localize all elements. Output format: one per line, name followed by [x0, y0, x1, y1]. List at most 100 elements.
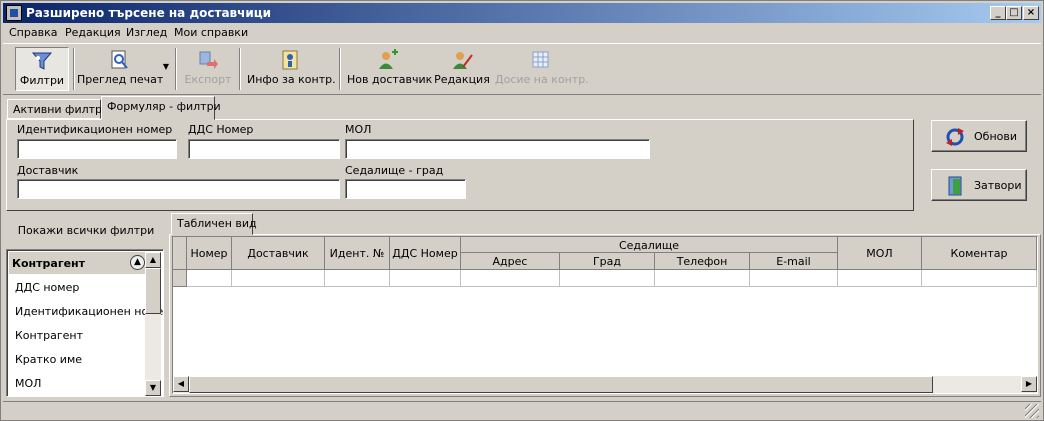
table-cell[interactable]: [232, 270, 325, 287]
menu-bar: Справка Редакция Изглед Мои справки: [3, 24, 1041, 42]
close-window-button[interactable]: ×: [1023, 6, 1039, 20]
scroll-down-icon[interactable]: ▼: [145, 380, 161, 396]
filters-button[interactable]: Филтри: [15, 47, 69, 91]
contractor-info-icon: [282, 50, 298, 70]
show-all-filters-button[interactable]: Покажи всички филтри: [7, 217, 165, 243]
scroll-right-icon[interactable]: ▶: [1021, 376, 1037, 392]
new-supplier-label: Нов доставчик: [347, 73, 433, 86]
column-header-email[interactable]: E-mail: [750, 253, 838, 270]
print-preview-button[interactable]: Преглед печат: [77, 47, 164, 91]
tab-active-filters-label: Активни филтри: [13, 103, 110, 116]
column-group-seat: Седалище: [461, 237, 838, 253]
menu-view[interactable]: Изглед: [126, 26, 167, 39]
vat-number-label: ДДС Номер: [188, 123, 254, 136]
maximize-button[interactable]: □: [1006, 6, 1022, 20]
table-cell[interactable]: [461, 270, 560, 287]
contractor-dossier-button[interactable]: Досие на контр.: [495, 47, 589, 91]
menu-reference[interactable]: Справка: [9, 26, 57, 39]
menu-my-reports[interactable]: Мои справки: [174, 26, 248, 39]
edit-user-icon: [453, 52, 473, 69]
contractor-dossier-label: Досие на контр.: [495, 73, 589, 86]
app-icon: [6, 5, 22, 21]
add-user-icon: [379, 49, 398, 69]
table-cell[interactable]: [750, 270, 838, 287]
status-bar: [3, 401, 1041, 419]
close-label: Затвори: [974, 179, 1022, 192]
supplier-label: Доставчик: [17, 164, 79, 177]
column-header-mol[interactable]: МОЛ: [838, 237, 922, 270]
filter-list-scrollbar[interactable]: ▲ ▼: [145, 252, 161, 396]
filters-label: Филтри: [19, 74, 65, 87]
table-cell[interactable]: [187, 270, 232, 287]
filter-icon: [31, 52, 53, 70]
close-button[interactable]: Затвори: [931, 169, 1027, 201]
menu-edit[interactable]: Редакция: [65, 26, 121, 39]
refresh-button[interactable]: Обнови: [931, 120, 1027, 152]
chevron-down-icon[interactable]: ▼: [161, 62, 171, 72]
seat-city-field[interactable]: [345, 179, 466, 199]
supplier-field[interactable]: [17, 179, 340, 199]
column-header-supplier[interactable]: Доставчик: [232, 237, 325, 270]
export-button[interactable]: Експорт: [183, 47, 233, 91]
filter-group-header[interactable]: Контрагент ▲: [9, 252, 149, 274]
column-header-phone[interactable]: Телефон: [655, 253, 750, 270]
column-header-comment[interactable]: Коментар: [922, 237, 1037, 270]
contractor-info-button[interactable]: Инфо за контр.: [247, 47, 336, 91]
new-supplier-button[interactable]: Нов доставчик: [347, 47, 433, 91]
tab-active-filters[interactable]: Активни филтри: [7, 99, 109, 119]
table-cell[interactable]: [325, 270, 390, 287]
print-preview-label: Преглед печат: [77, 73, 164, 86]
column-header-address[interactable]: Адрес: [461, 253, 560, 270]
contractor-info-label: Инфо за контр.: [247, 73, 336, 86]
refresh-label: Обнови: [974, 130, 1017, 143]
edit-button[interactable]: Редакция: [433, 47, 491, 91]
row-indicator[interactable]: [173, 270, 187, 287]
refresh-icon: [946, 128, 964, 146]
scroll-up-icon[interactable]: ▲: [145, 252, 161, 268]
resize-grip-icon[interactable]: [1025, 404, 1039, 418]
tab-form-filters-label: Формуляр - филтри: [107, 100, 221, 113]
edit-label: Редакция: [434, 73, 490, 86]
table-cell[interactable]: [560, 270, 655, 287]
collapse-icon[interactable]: ▲: [130, 255, 145, 270]
filter-group-label: Контрагент: [12, 257, 86, 270]
print-preview-icon: [111, 50, 128, 69]
title-bar[interactable]: Разширено търсене на доставчици _ □ ×: [3, 3, 1041, 23]
toolbar: Филтри Преглед печат ▼ Експорт Инфо за к…: [3, 43, 1041, 95]
scroll-left-icon[interactable]: ◀: [173, 376, 189, 392]
list-item[interactable]: ДДС номер: [15, 281, 79, 294]
scroll-thumb[interactable]: [189, 376, 933, 393]
toolbar-separator: [175, 48, 177, 90]
toolbar-separator: [73, 48, 75, 90]
app-window: Разширено търсене на доставчици _ □ × Сп…: [0, 0, 1044, 421]
results-grid[interactable]: Номер Доставчик Идент. № ДДС Номер Седал…: [172, 236, 1038, 394]
export-icon: [199, 51, 218, 69]
table-cell[interactable]: [390, 270, 461, 287]
grid-horizontal-scrollbar[interactable]: ◀ ▶: [173, 376, 1037, 393]
dossier-grid-icon: [532, 51, 549, 68]
table-cell[interactable]: [838, 270, 922, 287]
tab-table-view[interactable]: Табличен вид: [171, 213, 257, 235]
table-cell[interactable]: [655, 270, 750, 287]
seat-city-label: Седалище - град: [345, 164, 444, 177]
list-item[interactable]: МОЛ: [15, 377, 41, 390]
column-header-vat[interactable]: ДДС Номер: [390, 237, 461, 270]
vat-number-field[interactable]: [188, 139, 340, 159]
column-header-city[interactable]: Град: [560, 253, 655, 270]
row-indicator-header: [173, 237, 187, 270]
window-title: Разширено търсене на доставчици: [26, 6, 272, 20]
mol-field[interactable]: [345, 139, 650, 159]
filter-list[interactable]: Контрагент ▲ ДДС номер Идентификационен …: [6, 249, 164, 397]
list-item[interactable]: Контрагент: [15, 329, 83, 342]
id-number-field[interactable]: [17, 139, 177, 159]
column-header-ident[interactable]: Идент. №: [325, 237, 390, 270]
table-cell[interactable]: [922, 270, 1037, 287]
column-header-number[interactable]: Номер: [187, 237, 232, 270]
list-item[interactable]: Кратко име: [15, 353, 82, 366]
scroll-thumb[interactable]: [145, 268, 161, 314]
minimize-button[interactable]: _: [990, 6, 1006, 20]
list-item[interactable]: Идентификационен номер: [15, 305, 163, 318]
id-number-label: Идентификационен номер: [17, 123, 173, 136]
tab-form-filters[interactable]: Формуляр - филтри: [101, 96, 221, 120]
export-label: Експорт: [184, 73, 232, 86]
